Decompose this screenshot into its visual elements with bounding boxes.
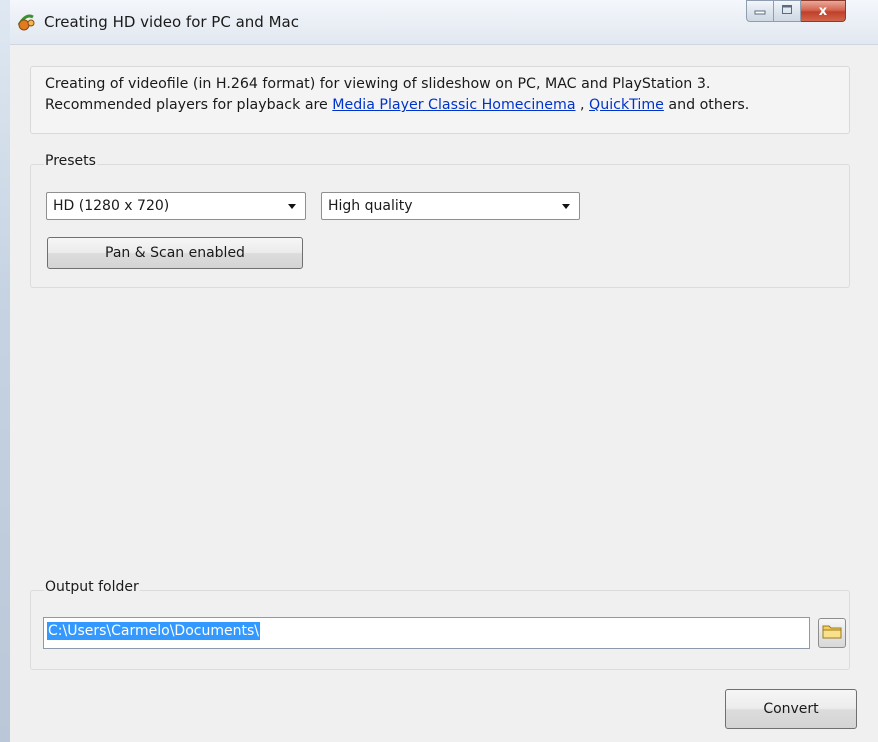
window-title: Creating HD video for PC and Mac (44, 13, 299, 31)
presets-label: Presets (44, 153, 97, 169)
output-path-input[interactable]: C:\Users\Carmelo\Documents\ (43, 617, 810, 649)
convert-button[interactable]: Convert (725, 689, 857, 729)
mpc-hc-link[interactable]: Media Player Classic Homecinema (332, 97, 575, 113)
output-folder-label: Output folder (44, 579, 140, 595)
resolution-select[interactable]: HD (1280 x 720) (46, 192, 306, 220)
quality-selected-value: High quality (328, 198, 413, 214)
title-bar[interactable]: Creating HD video for PC and Mac x (10, 0, 878, 44)
maximize-button[interactable] (774, 0, 801, 22)
browse-folder-button[interactable] (818, 618, 846, 648)
output-path-value: C:\Users\Carmelo\Documents\ (47, 622, 260, 640)
chevron-down-icon (288, 204, 296, 209)
players-suffix-text: and others. (663, 97, 750, 113)
app-icon (16, 11, 36, 31)
close-button[interactable]: x (801, 0, 846, 22)
resolution-selected-value: HD (1280 x 720) (53, 198, 170, 214)
close-icon: x (818, 3, 828, 19)
caption-buttons: x (746, 0, 846, 22)
pan-scan-button[interactable]: Pan & Scan enabled (47, 237, 303, 269)
description-panel: Creating of videofile (in H.264 format) … (30, 66, 850, 134)
dialog-window: Creating HD video for PC and Mac x Creat… (10, 0, 878, 742)
link-separator: , (575, 97, 590, 113)
presets-group (30, 164, 850, 288)
quality-select[interactable]: High quality (321, 192, 580, 220)
background-window-edge (0, 0, 10, 742)
minimize-button[interactable] (746, 0, 774, 22)
title-divider (10, 44, 878, 45)
players-intro-text: Recommended players for playback are (45, 97, 333, 113)
description-line-1: Creating of videofile (in H.264 format) … (45, 76, 711, 92)
minimize-icon (754, 3, 766, 19)
chevron-down-icon (562, 204, 570, 209)
folder-icon (822, 623, 842, 643)
maximize-icon (781, 3, 793, 19)
quicktime-link[interactable]: QuickTime (589, 97, 664, 113)
description-line-2: Recommended players for playback are Med… (45, 97, 749, 113)
